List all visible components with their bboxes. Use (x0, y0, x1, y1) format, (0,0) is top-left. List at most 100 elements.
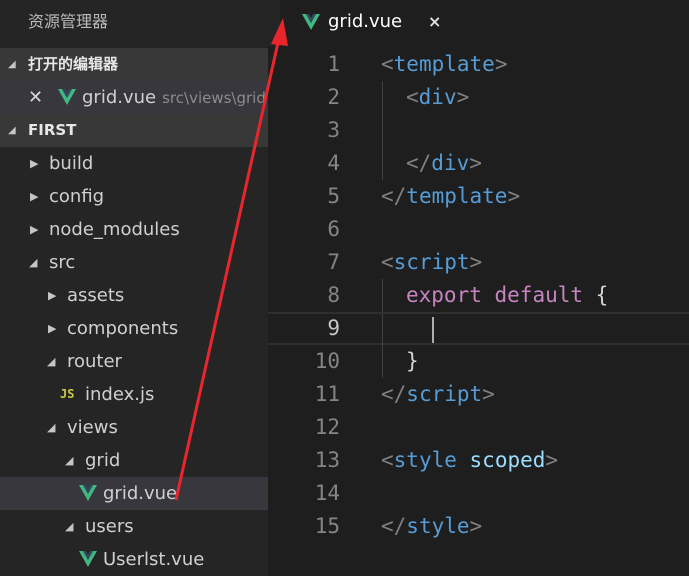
open-editor-item-grid-vue[interactable]: ✕ grid.vue src\views\grid (0, 81, 268, 114)
code-text: <div> (406, 81, 469, 114)
code-text: <style scoped> (381, 444, 558, 477)
code-line[interactable]: 15 </style> (268, 510, 689, 543)
tree-item-router[interactable]: ◢ router (0, 345, 268, 378)
code-text: </style> (381, 510, 482, 543)
code-token: > (482, 382, 495, 406)
code-token: < (381, 250, 394, 274)
code-token: } (406, 349, 419, 373)
code-line[interactable]: 12 (268, 411, 689, 444)
close-icon[interactable]: × (428, 0, 441, 44)
code-line[interactable]: 11 </script> (268, 378, 689, 411)
code-token: export (406, 283, 482, 307)
code-token: style (393, 448, 457, 472)
code-token: < (381, 52, 394, 76)
caret-down-icon: ◢ (65, 520, 74, 533)
code-token: template (406, 184, 508, 208)
line-number: 8 (327, 283, 340, 307)
indent-guide (382, 81, 383, 114)
caret-right-icon: ▶ (30, 190, 39, 203)
code-token: div (431, 151, 470, 175)
code-token: > (456, 85, 470, 109)
tree-item-grid-folder[interactable]: ◢ grid (0, 444, 268, 477)
code-token: div (418, 85, 457, 109)
open-editors-header[interactable]: ◢ 打开的编辑器 (0, 48, 268, 81)
code-line[interactable]: 10} (268, 345, 689, 378)
tree-item-components[interactable]: ▶ components (0, 312, 268, 345)
code-token: > (507, 184, 521, 208)
line-number: 12 (314, 415, 340, 439)
caret-down-icon: ◢ (29, 256, 38, 269)
line-number: 3 (327, 118, 340, 142)
tree-item-src[interactable]: ◢ src (0, 246, 268, 279)
indent-guide (382, 147, 383, 180)
tab-grid-vue[interactable]: grid.vue × (280, 0, 689, 46)
indent-guide (382, 314, 383, 347)
indent-guide (382, 345, 383, 378)
tree-item-build[interactable]: ▶ build (0, 147, 268, 180)
code-token: style (406, 514, 470, 538)
vue-logo-icon (58, 89, 76, 105)
code-line[interactable]: 1 <template> (268, 48, 689, 81)
caret-right-icon: ▶ (30, 157, 39, 170)
code-token: scoped (469, 448, 546, 472)
line-number: 10 (314, 349, 340, 373)
code-line[interactable]: 7 <script> (268, 246, 689, 279)
open-editors-label: 打开的编辑器 (28, 55, 119, 73)
code-token: </ (406, 151, 432, 175)
code-line[interactable]: 8 export default { (268, 279, 689, 312)
code-token: > (469, 250, 483, 274)
caret-down-icon: ◢ (47, 421, 56, 434)
line-number: 14 (314, 481, 340, 505)
explorer-title: 资源管理器 (28, 12, 109, 31)
open-editor-filename: grid.vue (82, 87, 157, 108)
line-number: 6 (327, 217, 340, 241)
code-line[interactable]: 3 (268, 114, 689, 147)
project-label: FIRST (28, 121, 77, 139)
indent-guide (382, 279, 383, 312)
tree-item-grid-vue[interactable]: grid.vue (0, 477, 268, 510)
close-icon[interactable]: ✕ (28, 81, 43, 114)
tree-item-users[interactable]: ◢ users (0, 510, 268, 543)
code-token: < (381, 448, 394, 472)
code-line[interactable]: 13 <style scoped> (268, 444, 689, 477)
line-number: 5 (327, 184, 340, 208)
code-line[interactable]: 14 (268, 477, 689, 510)
code-editor[interactable]: 1 <template> 2 <div> 3 4 </div> 5 </template> 6 7 <… (268, 46, 689, 576)
code-text: <script> (381, 246, 482, 279)
tree-item-node-modules[interactable]: ▶ node_modules (0, 213, 268, 246)
code-token: > (469, 151, 482, 175)
code-line[interactable]: 4 </div> (268, 147, 689, 180)
line-number: 1 (327, 52, 340, 76)
project-header[interactable]: ◢ FIRST (0, 114, 268, 147)
code-token: < (406, 85, 419, 109)
tree-item-views[interactable]: ◢ views (0, 411, 268, 444)
line-number: 15 (314, 514, 340, 538)
open-editor-path: src\views\grid (162, 89, 266, 107)
code-text: </script> (381, 378, 495, 411)
tree-item-userlst-vue[interactable]: Userlst.vue (0, 543, 268, 576)
indent-guide (382, 114, 383, 147)
code-line[interactable]: 2 <div> (268, 81, 689, 114)
vue-logo-icon (79, 485, 97, 501)
caret-down-icon: ◢ (8, 125, 16, 136)
javascript-file-icon: JS (60, 387, 75, 401)
tree-item-assets[interactable]: ▶ assets (0, 279, 268, 312)
code-text: } (406, 345, 419, 378)
code-token: script (393, 250, 470, 274)
code-line[interactable]: 6 (268, 213, 689, 246)
line-number: 4 (327, 151, 340, 175)
code-text: </template> (381, 180, 520, 213)
caret-right-icon: ▶ (48, 322, 57, 335)
code-token: { (583, 283, 609, 307)
code-line[interactable]: 9 (268, 312, 689, 347)
code-token: script (406, 382, 483, 406)
tree-item-config[interactable]: ▶ config (0, 180, 268, 213)
code-text: export default { (406, 279, 608, 312)
code-token: </ (381, 382, 407, 406)
code-token: </ (381, 184, 407, 208)
caret-right-icon: ▶ (30, 223, 39, 236)
tree-item-index-js[interactable]: JS index.js (0, 378, 268, 411)
code-line[interactable]: 5 </template> (268, 180, 689, 213)
code-token: > (494, 52, 508, 76)
